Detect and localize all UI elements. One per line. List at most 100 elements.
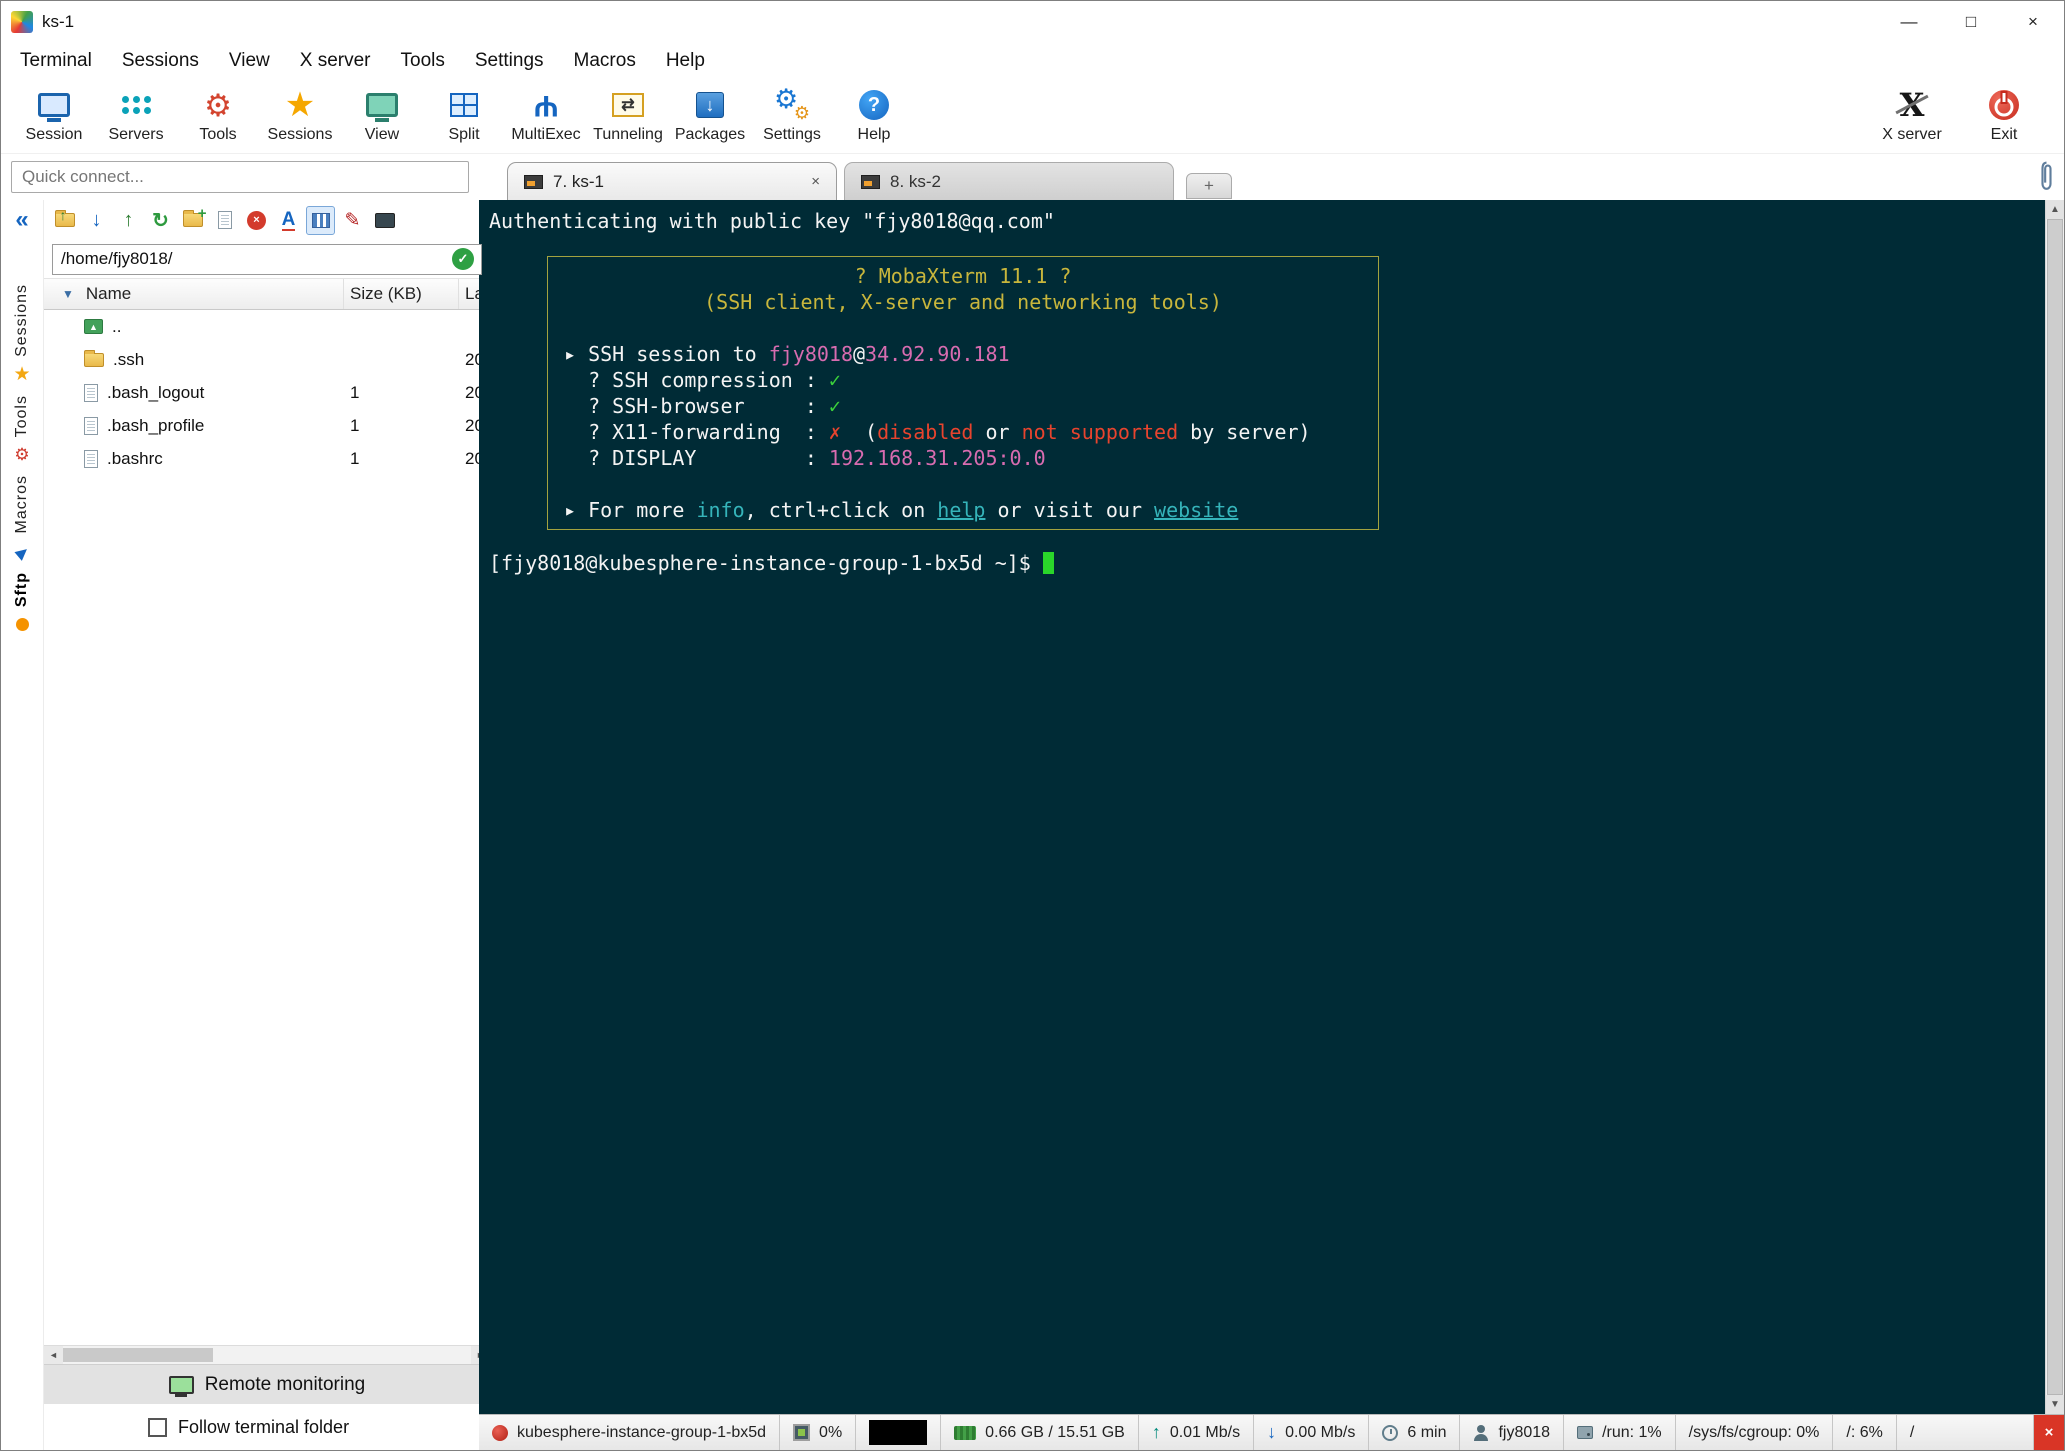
sidebar-tab-sessions[interactable]: Sessions xyxy=(13,284,31,357)
new-folder-icon[interactable]: + xyxy=(178,205,207,235)
sidebar-tab-sftp[interactable]: Sftp xyxy=(13,572,31,607)
toolbar-tools-button[interactable]: ⚙ Tools xyxy=(177,81,259,149)
file-row[interactable]: .bashrc 1 20 xyxy=(44,442,490,475)
path-valid-icon: ✓ xyxy=(451,248,474,270)
toolbar-packages-label: Packages xyxy=(674,126,746,143)
host-icon xyxy=(492,1424,508,1441)
remote-monitoring-button[interactable]: Remote monitoring xyxy=(44,1364,490,1404)
toolbar-servers-label: Servers xyxy=(108,126,164,143)
statusbar-cell xyxy=(856,1415,942,1450)
file-row[interactable]: .ssh 20 xyxy=(44,343,490,376)
file-icon xyxy=(84,449,98,468)
scrollbar-track[interactable] xyxy=(213,1346,471,1364)
maximize-button[interactable]: □ xyxy=(1940,1,2002,43)
statusbar-text: 0.00 Mb/s xyxy=(1285,1423,1356,1441)
file-name: .bashrc xyxy=(107,448,163,468)
tab-8-ks-2[interactable]: 8. ks-2 xyxy=(844,162,1174,200)
edit-icon[interactable]: ✎ xyxy=(338,206,367,235)
scroll-down-icon[interactable]: ▼ xyxy=(2046,1395,2064,1414)
column-header-name[interactable]: ▼ Name xyxy=(44,279,344,309)
menu-view[interactable]: View xyxy=(214,46,285,76)
column-header-size[interactable]: Size (KB) xyxy=(344,279,459,309)
monitor-icon xyxy=(168,1375,194,1394)
sftp-horizontal-scrollbar[interactable]: ◄ ► xyxy=(44,1345,490,1364)
file-row[interactable]: .bash_logout 1 20 xyxy=(44,376,490,409)
sftp-path-input[interactable] xyxy=(52,243,482,275)
scroll-left-icon[interactable]: ◄ xyxy=(44,1346,63,1364)
menu-sessions[interactable]: Sessions xyxy=(107,46,214,76)
packages-icon: ↓ xyxy=(696,84,724,126)
file-name: .bash_profile xyxy=(107,415,205,435)
document-icon[interactable] xyxy=(210,206,239,235)
statusbar-cell: ↑ 0.01 Mb/s xyxy=(1138,1415,1255,1450)
download-icon[interactable]: ↓ xyxy=(82,206,111,235)
collapse-sidebar-button[interactable]: « xyxy=(15,208,28,232)
view-icon xyxy=(366,84,398,126)
toolbar-packages-button[interactable]: ↓ Packages xyxy=(669,81,751,149)
toolbar-view-button[interactable]: View xyxy=(341,81,423,149)
terminal[interactable]: Authenticating with public key "fjy8018@… xyxy=(479,200,2045,1414)
follow-terminal-folder-checkbox[interactable] xyxy=(148,1417,167,1437)
toolbar-session-button[interactable]: Session xyxy=(13,81,95,149)
column-name-label: Name xyxy=(85,284,132,303)
menu-x-server[interactable]: X server xyxy=(285,46,386,76)
dot-icon[interactable] xyxy=(15,613,29,637)
titlebar: ks-1 — □ × xyxy=(1,1,2064,43)
sort-icon[interactable]: ▼ xyxy=(62,287,74,301)
toolbar-tunneling-button[interactable]: ⇄ Tunneling xyxy=(587,81,669,149)
statusbar-text: /: 6% xyxy=(1846,1423,1883,1441)
mobaxterm-window: ks-1 — □ × Terminal Sessions View X server T… xyxy=(0,0,2065,1451)
terminal-scrollbar[interactable]: ▲ ▼ xyxy=(2045,200,2064,1414)
quick-connect-input[interactable] xyxy=(11,161,469,193)
scroll-up-icon[interactable]: ▲ xyxy=(2046,200,2064,219)
tab-close-icon[interactable]: × xyxy=(811,173,820,190)
refresh-icon[interactable]: ↻ xyxy=(146,206,175,235)
toolbar-xserver-button[interactable]: X X server xyxy=(1866,81,1958,149)
toolbar-help-button[interactable]: ? Help xyxy=(833,81,915,149)
toolbar-help-label: Help xyxy=(857,126,891,143)
toolbar-settings-button[interactable]: ⚙ ⚙ Settings xyxy=(751,81,833,149)
menu-settings[interactable]: Settings xyxy=(460,46,559,76)
banner-line xyxy=(564,315,1362,341)
menu-tools[interactable]: Tools xyxy=(386,46,460,76)
paperclip-icon[interactable] xyxy=(2038,160,2055,192)
follow-terminal-folder-row: Follow terminal folder xyxy=(44,1404,490,1450)
delete-icon[interactable]: × xyxy=(242,206,271,235)
close-terminal-button[interactable]: × xyxy=(2034,1415,2064,1450)
file-row[interactable]: ▲.. xyxy=(44,310,490,343)
sftp-path-row: ✓ xyxy=(44,240,490,278)
sidebar-tab-macros[interactable]: Macros xyxy=(13,475,31,533)
file-row[interactable]: .bash_profile 1 20 xyxy=(44,409,490,442)
toolbar-sessions-button[interactable]: ★ Sessions xyxy=(259,81,341,149)
statusbar-text: fjy8018 xyxy=(1498,1423,1551,1441)
terminal-icon[interactable] xyxy=(370,206,399,235)
scrollbar-thumb[interactable] xyxy=(63,1348,213,1362)
toolbar-settings-label: Settings xyxy=(763,126,821,143)
toolbar-exit-button[interactable]: Exit xyxy=(1958,81,2050,149)
minimize-button[interactable]: — xyxy=(1878,1,1940,43)
tab-label: 8. ks-2 xyxy=(890,171,942,191)
statusbar-text: 0.01 Mb/s xyxy=(1169,1423,1241,1441)
toolbar-split-button[interactable]: Split xyxy=(423,81,505,149)
tab-7-ks-1[interactable]: 7. ks-1 × xyxy=(507,162,837,200)
menu-help[interactable]: Help xyxy=(651,46,720,76)
new-tab-button[interactable]: + xyxy=(1186,173,1232,199)
star-icon[interactable]: ★ xyxy=(13,363,30,387)
sidebar-tab-tools[interactable]: Tools xyxy=(13,395,31,437)
columns-icon[interactable] xyxy=(306,205,335,235)
up-directory-icon[interactable]: ↑ xyxy=(50,206,79,235)
statusbar-text: 0.66 GB / 15.51 GB xyxy=(985,1423,1125,1441)
file-icon xyxy=(84,383,98,402)
menu-macros[interactable]: Macros xyxy=(559,46,651,76)
toolbar-servers-button[interactable]: Servers xyxy=(95,81,177,149)
send-icon[interactable]: ▶ xyxy=(12,540,32,564)
toolbar-split-label: Split xyxy=(448,126,480,143)
tools-icon[interactable]: ⚙ xyxy=(14,443,29,467)
file-name-cell: .bash_logout xyxy=(44,376,344,409)
terminal-scrollbar-thumb[interactable] xyxy=(2047,219,2063,1395)
close-button[interactable]: × xyxy=(2002,1,2064,43)
toolbar-multiexec-button[interactable]: Ψ MultiExec xyxy=(505,81,587,149)
upload-icon[interactable]: ↑ xyxy=(114,206,143,235)
rename-icon[interactable]: A xyxy=(274,206,303,235)
menu-terminal[interactable]: Terminal xyxy=(5,46,107,76)
